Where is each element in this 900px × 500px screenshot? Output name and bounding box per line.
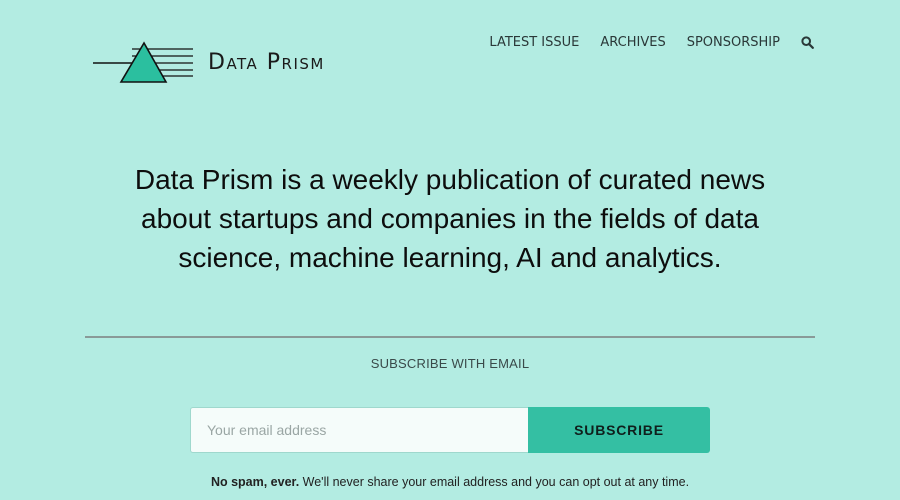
privacy-note-text: We'll never share your email address and… <box>299 475 690 489</box>
site-header: Data Prism LATEST ISSUE ARCHIVES SPONSOR… <box>0 0 900 110</box>
subscribe-button[interactable]: SUBSCRIBE <box>528 407 710 453</box>
subscribe-form: SUBSCRIBE <box>190 407 710 453</box>
email-input[interactable] <box>190 407 528 453</box>
site-logo[interactable]: Data Prism <box>92 40 382 88</box>
logo-wordmark: Data Prism <box>208 50 325 75</box>
hero-tagline: Data Prism is a weekly publication of cu… <box>134 164 766 273</box>
section-divider <box>85 336 815 338</box>
nav-sponsorship[interactable]: SPONSORSHIP <box>687 35 780 50</box>
search-icon[interactable] <box>801 36 814 49</box>
subscribe-heading: SUBSCRIBE WITH EMAIL <box>370 356 530 371</box>
nav-latest-issue[interactable]: LATEST ISSUE <box>489 35 579 50</box>
main-nav: LATEST ISSUE ARCHIVES SPONSORSHIP <box>468 35 814 50</box>
nav-archives[interactable]: ARCHIVES <box>600 35 665 50</box>
prism-logo-icon <box>93 41 193 83</box>
privacy-note-bold: No spam, ever. <box>210 475 300 489</box>
privacy-note: No spam, ever. We'll never share your em… <box>0 475 900 489</box>
